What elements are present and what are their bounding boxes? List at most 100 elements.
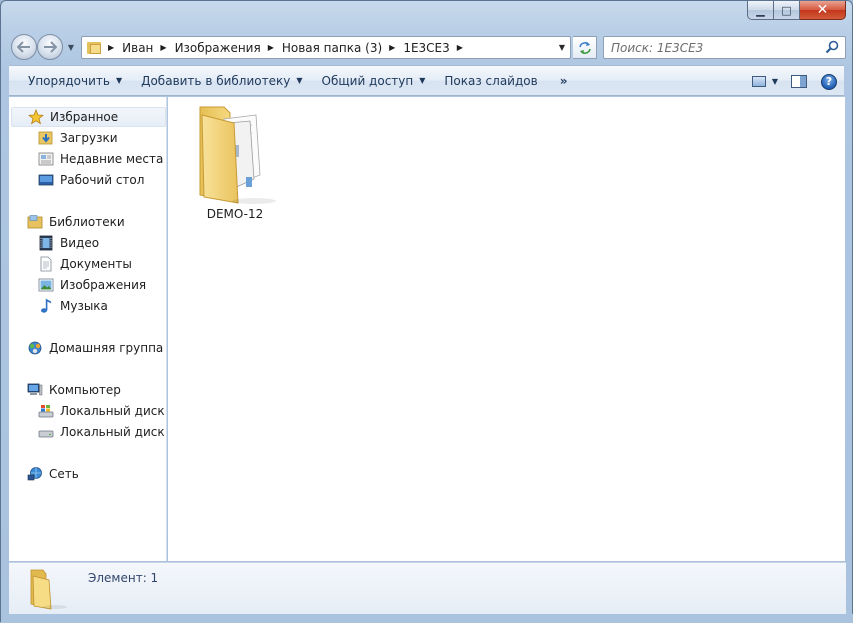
forward-button[interactable] [37,34,63,60]
sidebar-item-libraries[interactable]: Библиотеки [27,212,125,232]
maximize-icon: □ [781,3,792,17]
sidebar-item-label: Библиотеки [49,215,125,229]
sidebar-item-label: Изображения [60,278,147,292]
selection-count-label: Элемент: 1 [88,571,159,585]
folder-name-label: DEMO-12 [206,207,264,221]
chevron-down-icon: ▼ [296,76,303,85]
homegroup-icon [28,341,42,355]
breadcrumb-separator-icon[interactable]: ▶ [389,43,395,52]
minimize-button[interactable]: ▁ [747,1,774,20]
sidebar-item-label: Локальный диск (D [60,425,166,439]
recent-pages-button[interactable]: ▼ [65,41,77,53]
arrow-left-icon [17,41,30,53]
add-to-library-label: Добавить в библиотеку [141,73,291,88]
breadcrumb-item-current[interactable]: 1E3CE3 [403,41,449,55]
network-icon [27,467,42,481]
preview-pane-icon [791,75,807,88]
help-button[interactable]: ? [814,69,844,94]
chevron-down-icon: ▼ [771,77,779,86]
hard-drive-icon [38,430,54,438]
sidebar-item-label: Музыка [60,299,108,313]
sidebar-item-computer[interactable]: Компьютер [27,380,121,400]
breadcrumb-item-new-folder[interactable]: Новая папка (3) [282,41,382,55]
details-pane: Элемент: 1 [9,562,846,614]
libraries-icon [27,215,43,229]
sidebar-item-label: Документы [60,257,132,271]
recent-places-icon [38,152,54,166]
breadcrumb-separator-icon[interactable]: ▶ [457,43,463,52]
command-bar: Упорядочить ▼ Добавить в библиотеку ▼ Об… [9,65,844,96]
sidebar-item-local-disk-d[interactable]: Локальный диск (D [38,422,166,442]
chevron-down-icon: ▼ [558,43,566,52]
documents-icon [40,256,52,272]
close-button[interactable]: ✕ [800,1,846,20]
video-icon [39,235,53,251]
sidebar-item-documents[interactable]: Документы [38,254,132,274]
images-icon [38,278,54,292]
file-list[interactable]: DEMO-12 [168,97,845,561]
breadcrumb-item-ivan[interactable]: Иван [122,41,153,55]
sidebar-item-network[interactable]: Сеть [27,464,79,484]
chevron-down-icon: ▼ [115,76,123,85]
sidebar-item-favorites[interactable]: Избранное [11,107,166,127]
more-commands-button[interactable]: » [548,68,575,93]
add-to-library-button[interactable]: Добавить в библиотеку ▼ [132,68,311,93]
computer-icon [27,383,43,396]
folder-icon [87,41,101,54]
desktop-icon [38,174,54,186]
minimize-icon: ▁ [756,3,765,17]
sidebar-item-music[interactable]: Музыка [38,296,108,316]
sidebar-item-label: Сеть [49,467,79,481]
sidebar-item-recent-places[interactable]: Недавние места [38,149,163,169]
chevron-down-icon: ▼ [419,76,426,85]
address-dropdown-button[interactable]: ▼ [554,37,570,58]
sidebar-item-video[interactable]: Видео [38,233,99,253]
sidebar-item-label: Домашняя группа [49,341,164,355]
back-button[interactable] [11,34,37,60]
folder-item-demo-12[interactable]: DEMO-12 [182,103,288,221]
search-icon[interactable] [825,40,839,54]
sidebar-item-label: Избранное [50,110,119,124]
help-icon: ? [821,73,837,90]
folder-icon [199,106,276,204]
sidebar-item-label: Недавние места [60,152,164,166]
search-input[interactable] [611,40,811,55]
breadcrumb-separator-icon[interactable]: ▶ [108,43,114,52]
sidebar-item-homegroup[interactable]: Домашняя группа [27,338,163,358]
share-label: Общий доступ [321,73,414,88]
breadcrumb-separator-icon[interactable]: ▶ [160,43,166,52]
search-box[interactable] [603,36,846,59]
sidebar-item-downloads[interactable]: Загрузки [38,128,118,148]
slideshow-button[interactable]: Показ слайдов [435,68,546,93]
sidebar-item-images[interactable]: Изображения [38,275,146,295]
sidebar-item-label: Рабочий стол [60,173,145,187]
breadcrumb-separator-icon[interactable]: ▶ [268,43,274,52]
close-icon: ✕ [816,2,829,18]
refresh-button[interactable] [573,36,597,59]
sidebar-item-label: Компьютер [49,383,121,397]
view-icon [751,76,766,87]
sidebar-item-desktop[interactable]: Рабочий стол [38,170,144,190]
chevron-down-icon: ▼ [67,42,75,52]
sidebar-item-local-disk-c[interactable]: Локальный диск (C [38,401,166,421]
breadcrumb-item-images[interactable]: Изображения [175,41,261,55]
slideshow-label: Показ слайдов [444,73,538,88]
caption-buttons: ▁ □ ✕ [747,1,846,21]
address-bar[interactable]: ▶ Иван ▶ Изображения ▶ Новая папка (3) ▶… [81,36,571,59]
music-icon [41,298,52,313]
explorer-window: ▁ □ ✕ ▼ ▶ Иван ▶ Изображения ▶ Новая пап… [0,0,853,623]
sidebar-item-label: Видео [60,236,100,250]
sidebar-item-label: Локальный диск (C [60,404,166,418]
downloads-folder-icon [38,131,53,145]
organize-menu-button[interactable]: Упорядочить ▼ [10,68,131,93]
folder-icon [30,569,67,610]
change-view-button[interactable]: ▼ [746,69,784,94]
navigation-pane: Избранное Загрузки Недавние места Рабочи… [9,97,167,561]
organize-label: Упорядочить [28,73,110,88]
preview-pane-button[interactable] [784,69,814,94]
arrow-right-icon [44,41,57,53]
maximize-button[interactable]: □ [774,1,800,20]
refresh-icon [578,41,591,54]
view-controls: ▼ ? [746,69,844,94]
share-button[interactable]: Общий доступ ▼ [313,68,435,93]
